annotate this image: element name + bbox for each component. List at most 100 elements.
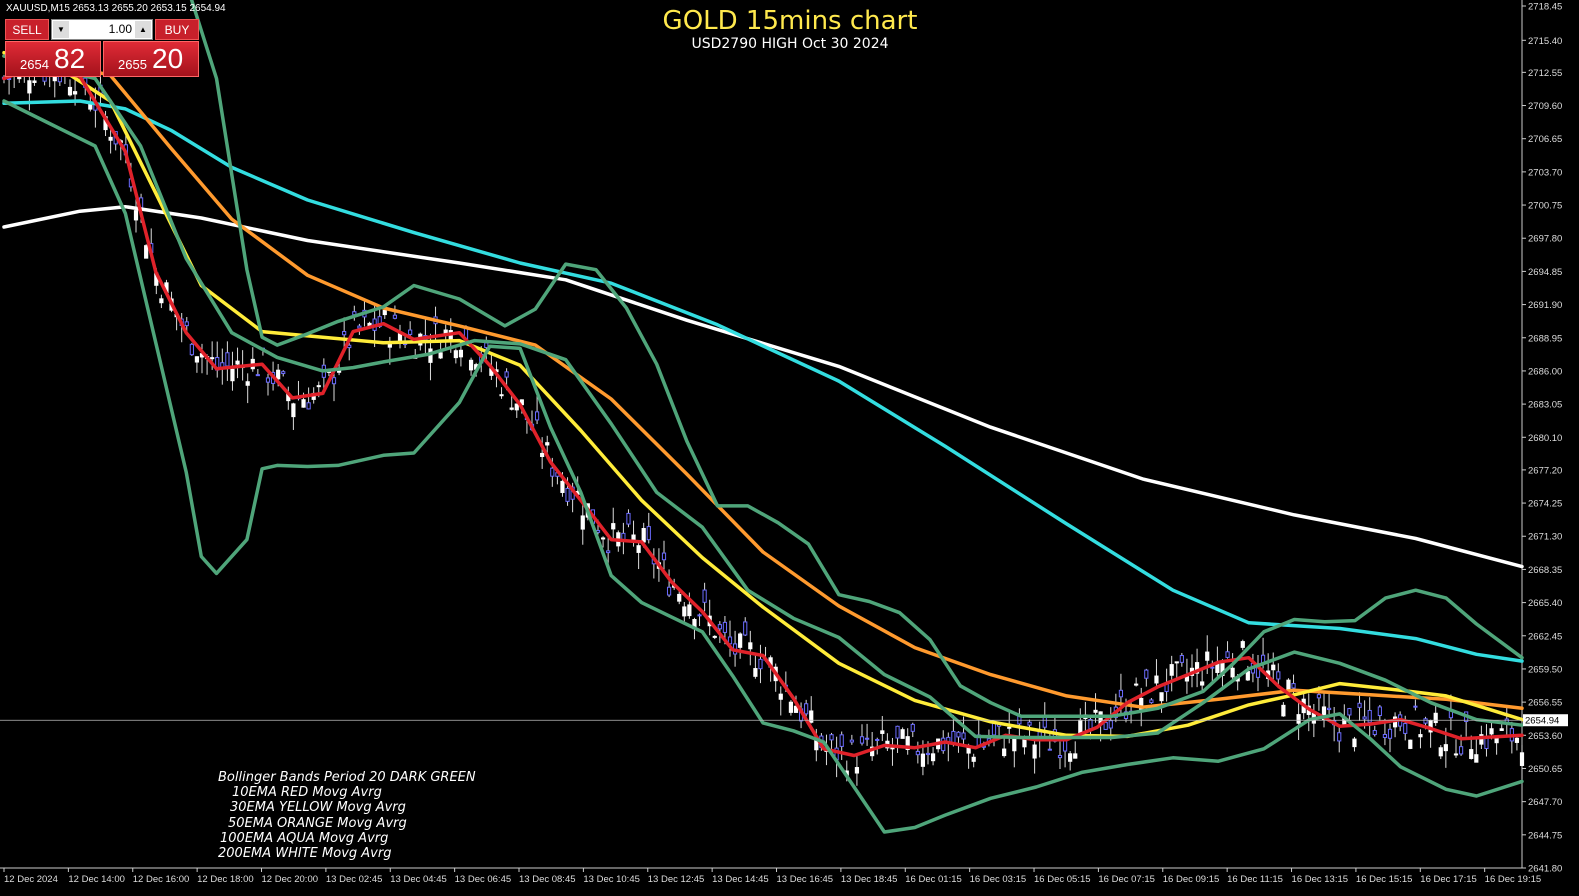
- price-tick-label: 2668.35: [1528, 565, 1562, 576]
- candle-body: [1230, 667, 1235, 678]
- gold-chart: 2718.45 2715.40 2712.55 2709.60 2706.65 2703.…: [0, 0, 1568, 885]
- candle-body: [753, 668, 758, 677]
- candle-body: [52, 76, 57, 82]
- candle-body: [1205, 651, 1210, 661]
- candle-body: [1387, 728, 1393, 739]
- lot-increase-icon[interactable]: ▲: [135, 21, 151, 38]
- legend-bb: Bollinger Bands Period 20 DARK GREEN: [218, 770, 476, 785]
- candle-body: [875, 738, 880, 741]
- legend-ema100: 100EMA AQUA Movg Avrg: [220, 830, 389, 846]
- lot-size-field[interactable]: ▼ 1.00 ▲: [51, 19, 153, 40]
- sell-price-pips: 82: [54, 43, 86, 74]
- price-tick-label: 2712.55: [1528, 68, 1562, 79]
- time-tick-label: 16 Dec 13:15: [1292, 874, 1349, 885]
- candle-body: [1519, 752, 1525, 766]
- candle-body: [265, 377, 271, 383]
- time-tick-label: 16 Dec 09:15: [1163, 874, 1220, 885]
- candle-body: [1357, 702, 1362, 708]
- candle-body: [560, 480, 565, 493]
- time-tick-label: 16 Dec 07:15: [1098, 874, 1155, 885]
- candle-body: [925, 752, 931, 756]
- time-tick-label: 13 Dec 06:45: [455, 874, 512, 885]
- candle-body: [722, 621, 728, 633]
- candle-body: [144, 245, 149, 259]
- candle-body: [1296, 714, 1301, 724]
- candle-body: [606, 550, 611, 554]
- candle-body: [255, 374, 260, 377]
- candle-body: [1149, 699, 1154, 704]
- candle-body: [1423, 718, 1428, 724]
- candle-body: [392, 314, 398, 319]
- candle-body: [1245, 671, 1250, 681]
- price-tick-label: 2715.40: [1528, 36, 1562, 47]
- candle-body: [941, 737, 946, 752]
- time-tick-label: 13 Dec 12:45: [648, 874, 705, 885]
- buy-price-button[interactable]: 2655 20: [103, 41, 199, 77]
- sell-price-button[interactable]: 2654 82: [5, 41, 101, 77]
- candle-body: [1073, 753, 1078, 759]
- candle-body: [210, 357, 215, 360]
- candle-body: [930, 753, 936, 762]
- price-tick-label: 2680.10: [1528, 433, 1562, 444]
- time-tick-label: 16 Dec 05:15: [1034, 874, 1091, 885]
- one-click-trade-panel: SELL ▼ 1.00 ▲ BUY 2654 82 2655 20: [5, 19, 199, 77]
- candle-body: [758, 658, 763, 670]
- candle-body: [829, 734, 834, 741]
- chart-subtitle: USD2790 HIGH Oct 30 2024: [691, 36, 889, 52]
- buy-price-prefix: 2655: [118, 57, 147, 72]
- candle-body: [499, 394, 504, 397]
- candle-body: [133, 210, 139, 221]
- candle-body: [1413, 705, 1418, 708]
- candle-body: [1286, 679, 1291, 691]
- candle-body: [1088, 718, 1093, 730]
- time-tick-label: 13 Dec 18:45: [841, 874, 898, 885]
- series-line-bb-middle: [2, 54, 1524, 740]
- sell-button[interactable]: SELL: [5, 19, 49, 40]
- lot-size-value[interactable]: 1.00: [70, 20, 134, 39]
- price-tick-label: 2674.25: [1528, 499, 1562, 510]
- candle-body: [804, 703, 809, 715]
- candle-body: [235, 360, 240, 365]
- candle-body: [687, 604, 692, 617]
- candle-body: [1271, 664, 1276, 671]
- price-tick-label: 2700.75: [1528, 201, 1562, 212]
- candle-body: [991, 722, 997, 736]
- candle-body: [1134, 683, 1139, 686]
- candle-body: [1499, 728, 1504, 731]
- candle-body: [540, 452, 545, 458]
- candle-body: [1093, 709, 1098, 713]
- candle-body: [1469, 749, 1474, 759]
- candle-body: [1403, 723, 1408, 734]
- candle-body: [1179, 655, 1184, 663]
- price-tick-label: 2659.50: [1528, 664, 1562, 675]
- candle-body: [1443, 744, 1448, 752]
- candle-body: [748, 642, 753, 650]
- candle-body: [611, 523, 616, 530]
- price-tick-label: 2641.80: [1528, 864, 1562, 875]
- time-tick-label: 16 Dec 17:15: [1420, 874, 1477, 885]
- candle-body: [225, 352, 230, 367]
- candle-body: [331, 377, 337, 385]
- candle-body: [194, 356, 200, 363]
- time-tick-label: 13 Dec 04:45: [390, 874, 447, 885]
- time-tick-label: 12 Dec 16:00: [133, 874, 190, 885]
- time-tick-label: 16 Dec 19:15: [1485, 874, 1542, 885]
- candle-body: [1169, 664, 1174, 676]
- legend-ema30: 30EMA YELLOW Movg Avrg: [230, 800, 406, 816]
- candle-body: [1372, 730, 1377, 736]
- candle-body: [1474, 754, 1479, 763]
- candle-body: [1027, 721, 1032, 726]
- lot-decrease-icon[interactable]: ▼: [53, 21, 69, 38]
- candle-body: [453, 350, 458, 359]
- candle-body: [514, 403, 519, 411]
- price-tick-label: 2694.85: [1528, 267, 1562, 278]
- buy-button[interactable]: BUY: [155, 19, 199, 40]
- time-tick-label: 13 Dec 16:45: [777, 874, 834, 885]
- candle-body: [682, 606, 687, 617]
- candle-body: [900, 729, 905, 739]
- candle-body: [712, 635, 717, 638]
- price-tick-label: 2718.45: [1528, 2, 1562, 13]
- candle-body: [1352, 738, 1357, 748]
- candle-body: [1382, 734, 1388, 738]
- price-tick-label: 2688.95: [1528, 333, 1562, 344]
